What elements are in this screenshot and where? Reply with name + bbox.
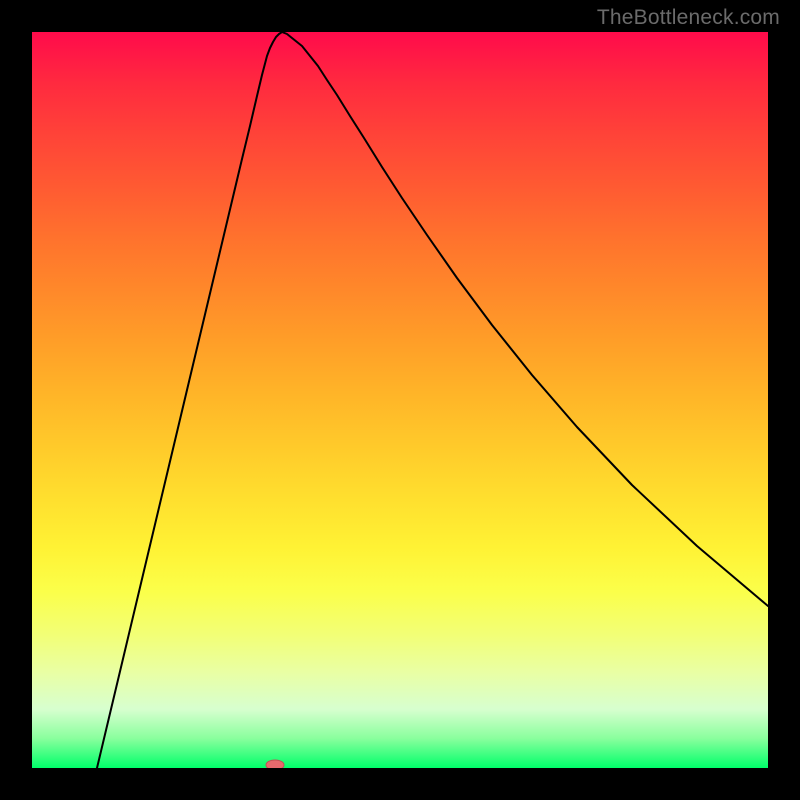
watermark-text: TheBottleneck.com <box>597 6 780 30</box>
bottleneck-curve <box>97 32 768 768</box>
plot-svg <box>32 32 768 768</box>
minimum-marker <box>266 760 284 768</box>
chart-frame: TheBottleneck.com <box>0 0 800 800</box>
plot-gradient-area <box>32 32 768 768</box>
